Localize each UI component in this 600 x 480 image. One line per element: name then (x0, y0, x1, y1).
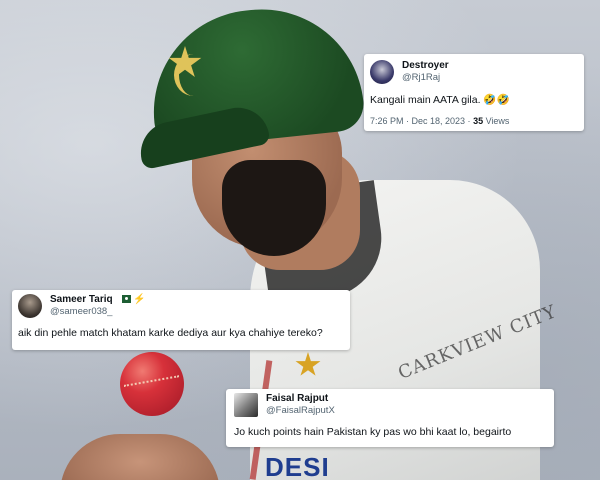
tweet-card-sameer[interactable]: Sameer Tariq ⚡ @sameer038_ aik din pehle… (12, 290, 350, 350)
tweet-author-name[interactable]: Destroyer (402, 60, 449, 72)
lightning-icon: ⚡ (133, 294, 146, 305)
tweet-timestamp[interactable]: 7:26 PM · Dec 18, 2023 · (370, 116, 473, 126)
avatar[interactable] (234, 393, 258, 417)
tweet-card-destroyer[interactable]: Destroyer @Rj1Raj Kangali main AATA gila… (364, 54, 584, 131)
meme-collage: CARKVIEW CITY DESI Destroyer @Rj1Raj Kan… (0, 0, 600, 480)
tweet-author-name[interactable]: Faisal Rajput (266, 393, 335, 405)
tweet-view-count: 35 (473, 116, 484, 126)
tweet-author-handle[interactable]: @Rj1Raj (402, 72, 449, 84)
tweet-author-name[interactable]: Sameer Tariq (50, 294, 113, 305)
avatar[interactable] (18, 294, 42, 318)
tweet-views-label: Views (483, 116, 510, 126)
tweet-text: aik din pehle match khatam karke dediya … (18, 327, 323, 339)
avatar[interactable] (370, 60, 394, 84)
tweet-author-handle[interactable]: @FaisalRajputX (266, 405, 335, 417)
tweet-text: Jo kuch points hain Pakistan ky pas wo b… (234, 426, 512, 438)
shirt-logo-text: DESI (265, 452, 330, 480)
tweet-text: Kangali main AATA gila. 🤣🤣 (370, 94, 510, 106)
tweet-author-handle[interactable]: @sameer038_ (50, 306, 146, 318)
tweet-card-faisal[interactable]: Faisal Rajput @FaisalRajputX Jo kuch poi… (226, 389, 554, 447)
tweet-meta: 7:26 PM · Dec 18, 2023 · 35 Views (370, 116, 575, 126)
pakistan-flag-icon (119, 295, 132, 304)
